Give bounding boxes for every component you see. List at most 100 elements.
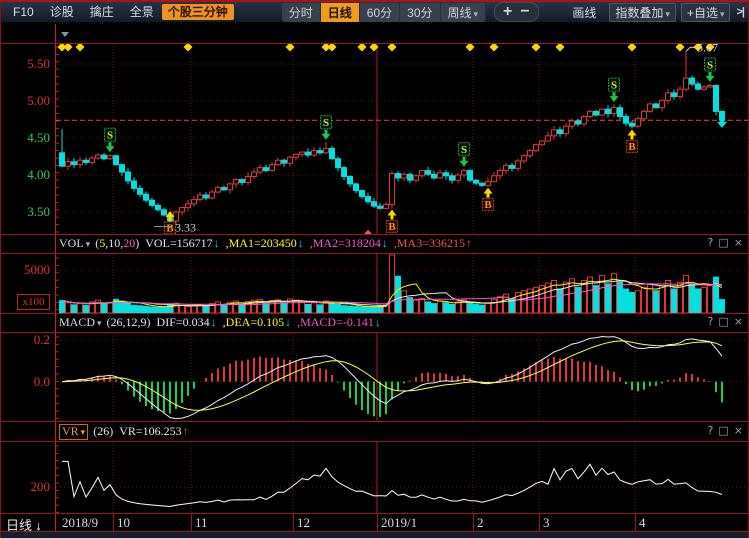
volume-chart[interactable] bbox=[56, 254, 749, 313]
time-axis-label: 4 bbox=[639, 515, 646, 531]
toolbar: F10诊股擒庄全景个股三分钟 分时日线60分30分周线▾ + − 画线指数叠加▾… bbox=[1, 2, 748, 22]
price-axis-label: 5.50 bbox=[0, 56, 50, 72]
indicator-name[interactable]: VR▾ bbox=[59, 424, 88, 440]
zoom-out-button[interactable]: − bbox=[520, 3, 529, 21]
time-axis-separator bbox=[539, 514, 540, 532]
time-axis-label: 10 bbox=[117, 515, 130, 531]
separator-line bbox=[0, 332, 749, 333]
time-axis-label: 2018/9 bbox=[62, 515, 98, 531]
zoom-group: + − bbox=[494, 2, 539, 22]
svg-text:S: S bbox=[461, 144, 467, 156]
app-window: F10诊股擒庄全景个股三分钟 分时日线60分30分周线▾ + − 画线指数叠加▾… bbox=[0, 0, 749, 538]
svg-text:S: S bbox=[707, 59, 713, 71]
svg-text:B: B bbox=[388, 221, 396, 233]
arrow-down-icon: ↓ bbox=[35, 518, 42, 533]
time-axis-label: 2 bbox=[477, 515, 484, 531]
period-tab[interactable]: 周线▾ bbox=[441, 3, 487, 22]
time-axis-label: 2019/1 bbox=[381, 515, 417, 531]
volume-unit-label: x100 bbox=[17, 294, 50, 310]
svg-text:S: S bbox=[107, 130, 113, 142]
period-tab[interactable]: 60分 bbox=[360, 3, 400, 22]
indicator-params: (26,12,9) bbox=[107, 315, 151, 330]
vol-panel-header: VOL▾(5,10,20)VOL=156717↓,MA1=203450↓,MA2… bbox=[56, 235, 748, 252]
svg-text:B: B bbox=[484, 199, 492, 211]
help-icon[interactable]: ? bbox=[708, 236, 714, 249]
maximize-icon[interactable]: □ bbox=[718, 236, 728, 249]
period-tab[interactable]: 分时 bbox=[282, 3, 321, 22]
toolbar-menu-item[interactable]: 诊股 bbox=[42, 4, 82, 20]
arrow-up-icon: ↑ bbox=[183, 424, 189, 438]
toolbar-right-group: 画线指数叠加▾ +自选▾ bbox=[564, 3, 730, 22]
svg-text:3.33: 3.33 bbox=[175, 221, 196, 234]
candlestick-chart[interactable]: SSSSSBBBB3.335.67 bbox=[56, 43, 749, 234]
arrow-down-icon: ↓ bbox=[382, 236, 388, 250]
arrow-down-icon: ↓ bbox=[375, 315, 381, 329]
vr-panel-header: VR▾(26)VR=106.253↑?□× bbox=[56, 423, 748, 440]
indicator-readout: ,MA3=336215↑ bbox=[394, 236, 472, 251]
chevron-down-icon: ▾ bbox=[665, 9, 670, 20]
indicator-name[interactable]: VOL▾ bbox=[59, 236, 90, 251]
toolbar-menu-item[interactable]: 擒庄 bbox=[82, 4, 122, 20]
close-icon[interactable]: × bbox=[734, 236, 743, 249]
arrow-down-icon: ↓ bbox=[285, 315, 291, 329]
close-icon[interactable]: × bbox=[734, 315, 743, 328]
svg-text:S: S bbox=[323, 117, 329, 129]
chevron-down-icon: ▾ bbox=[720, 9, 725, 20]
zoom-in-button[interactable]: + bbox=[503, 3, 512, 21]
indicator-readout: DIF=0.034↓ bbox=[157, 315, 217, 330]
toolbar-menu-item[interactable]: F10 bbox=[5, 4, 42, 20]
toolbar-menu-item[interactable]: 个股三分钟 bbox=[162, 4, 234, 20]
time-axis-label: 3 bbox=[543, 515, 550, 531]
toolbar-action-draw-line[interactable]: 画线 bbox=[564, 3, 604, 22]
vr-axis-label: 200 bbox=[0, 479, 50, 495]
separator-line bbox=[0, 421, 749, 422]
chevron-down-icon: ▾ bbox=[474, 9, 479, 20]
close-icon[interactable]: × bbox=[734, 424, 743, 437]
maximize-icon[interactable]: □ bbox=[718, 424, 728, 437]
help-icon[interactable]: ? bbox=[708, 424, 714, 437]
time-axis-label: 11 bbox=[195, 515, 208, 531]
arrow-up-icon: ↑ bbox=[466, 236, 472, 250]
volume-axis-label: 5000 bbox=[0, 262, 50, 278]
price-axis-label: 3.50 bbox=[0, 204, 50, 220]
indicator-readout: VR=106.253↑ bbox=[119, 424, 188, 439]
time-axis-separator bbox=[473, 514, 474, 532]
indicator-name[interactable]: MACD▾ bbox=[59, 315, 102, 330]
svg-text:S: S bbox=[611, 80, 617, 92]
indicator-readout: ,MA2=318204↓ bbox=[310, 236, 388, 251]
macd-panel-header: MACD▾(26,12,9)DIF=0.034↓,DEA=0.105↓,MACD… bbox=[56, 314, 748, 331]
macd-axis-label-zero: 0.0 bbox=[0, 374, 50, 390]
help-icon[interactable]: ? bbox=[708, 315, 714, 328]
maximize-icon[interactable]: □ bbox=[718, 315, 728, 328]
panel-controls: ? □ × bbox=[703, 236, 743, 249]
period-tab[interactable]: 30分 bbox=[400, 3, 440, 22]
bottom-strip bbox=[0, 532, 749, 538]
collapse-panel-icon[interactable]: >| bbox=[736, 6, 744, 18]
period-selector-label: 日线 bbox=[6, 518, 32, 533]
svg-text:B: B bbox=[166, 223, 174, 235]
indicator-readout: ,DEA=0.105↓ bbox=[223, 315, 291, 330]
toolbar-menu-item[interactable]: 全景 bbox=[122, 4, 162, 20]
time-axis-separator bbox=[635, 514, 636, 532]
macd-axis-label-top: 0.2 bbox=[0, 332, 50, 348]
macd-chart[interactable] bbox=[56, 333, 749, 421]
panel-controls: ? □ × bbox=[703, 315, 743, 328]
separator-line bbox=[0, 441, 749, 442]
separator-line bbox=[0, 43, 749, 44]
price-axis-label: 4.50 bbox=[0, 130, 50, 146]
separator-line bbox=[0, 253, 749, 254]
svg-text:B: B bbox=[628, 141, 636, 153]
indicator-readout: ,MA1=203450↓ bbox=[226, 236, 304, 251]
vr-chart[interactable] bbox=[56, 442, 749, 513]
svg-text:5.67: 5.67 bbox=[697, 43, 718, 54]
toolbar-action-button[interactable]: +自选▾ bbox=[681, 3, 731, 22]
toolbar-action-button[interactable]: 指数叠加▾ bbox=[609, 3, 676, 22]
panel-controls: ? □ × bbox=[703, 424, 743, 437]
time-axis-separator bbox=[377, 514, 378, 532]
chevron-down-icon: ▾ bbox=[81, 426, 86, 439]
chart-collapse-triangle-icon[interactable] bbox=[61, 32, 69, 37]
toolbar-menu: F10诊股擒庄全景个股三分钟 bbox=[5, 3, 234, 21]
chevron-down-icon: ▾ bbox=[97, 318, 102, 329]
indicator-readout: VOL=156717↓ bbox=[145, 236, 219, 251]
period-tab[interactable]: 日线 bbox=[321, 3, 360, 22]
